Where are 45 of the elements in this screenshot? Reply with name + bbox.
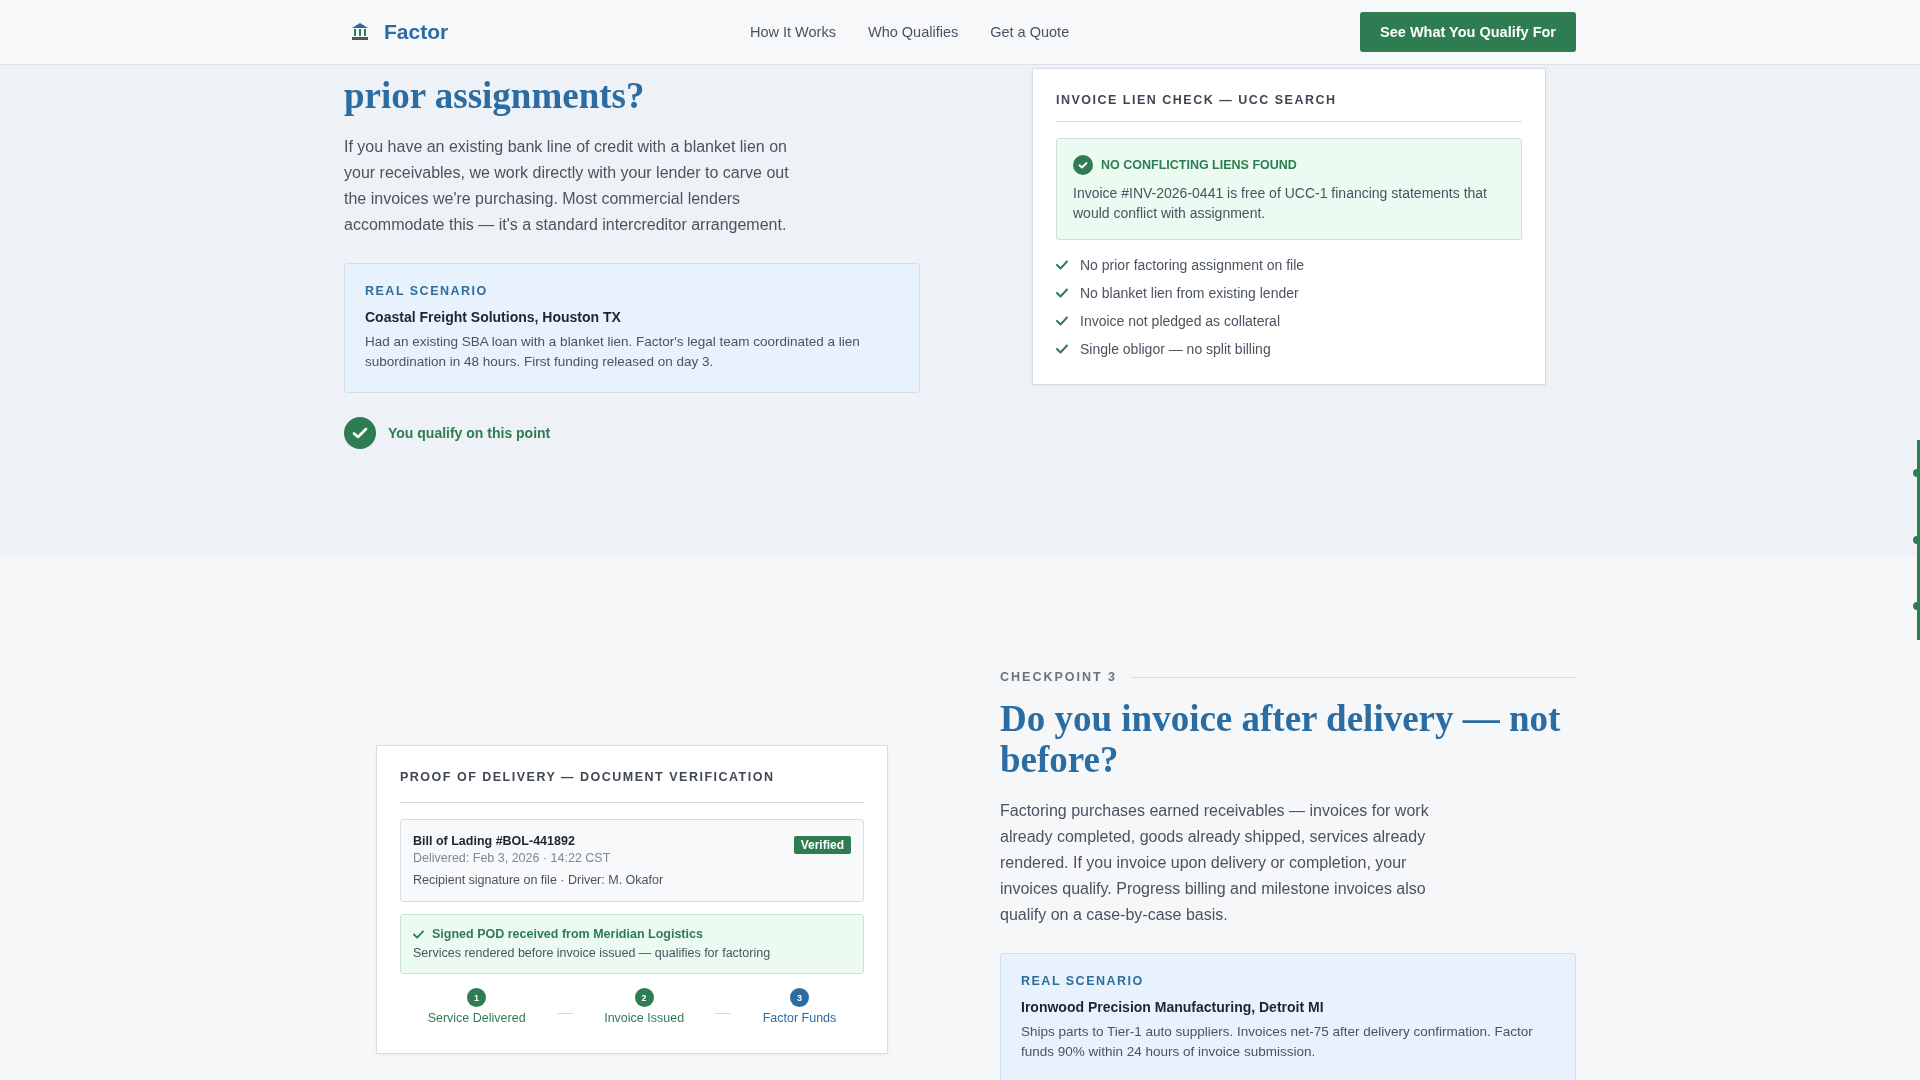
scenario-text: Ships parts to Tier-1 auto suppliers. Invoices net-75 after delivery confirmation. Factor funds 90% within 24 hours of invoice submission. xyxy=(1021,1023,1534,1061)
check-item: No blanket lien from existing lender xyxy=(1080,284,1299,302)
body-text: Factoring purchases earned receivables — invoices for work already completed, goods already shipped, services already rendered. If you invoice upon delivery or completion, your invoices qualify. Progress billing and milestone invoices also qualify on a case-by-case basis. xyxy=(1000,801,1430,925)
section-heading: prior assignments? xyxy=(344,74,646,116)
check-item: Single obligor — no split billing xyxy=(1080,340,1271,358)
document-meta: Delivered: Feb 3, 2026 · 14:22 CST xyxy=(413,851,611,865)
scenario-label: REAL SCENARIO xyxy=(365,284,489,298)
result-text: Invoice #INV-2026-0441 is free of UCC-1 financing statements that would conflict with assignment. xyxy=(1073,184,1488,223)
body-text: If you have an existing bank line of credit with a blanket lien on your receivables, we work directly with your lender to carve out the invoices we're purchasing. Most commercial lenders accommodate this — it's a standard intercreditor arrangement. xyxy=(344,137,790,235)
step-label: Service Delivered xyxy=(427,1011,526,1025)
card-title: INVOICE LIEN CHECK — UCC SEARCH xyxy=(1056,93,1522,122)
check-icon xyxy=(1056,316,1068,326)
qualify-text: You qualify on this point xyxy=(388,425,551,441)
step-label: Factor Funds xyxy=(762,1011,837,1025)
scenario-label: REAL SCENARIO xyxy=(1021,974,1145,988)
step-number: 3 xyxy=(789,988,809,1007)
scenario-title: Coastal Freight Solutions, Houston TX xyxy=(365,309,622,325)
checkpoint-label: CHECKPOINT 3 xyxy=(1000,670,1118,684)
brand-name[interactable]: Factor xyxy=(384,20,449,44)
scenario-text: Had an existing SBA loan with a blanket lien. Factor's legal team coordinated a lien subordination in 48 hours. First funding released on day 3. xyxy=(365,333,861,371)
step-number: 1 xyxy=(467,988,487,1007)
document-title: Bill of Lading #BOL-441892 xyxy=(413,834,576,848)
section-heading: Do you invoice after delivery — not before? xyxy=(1000,698,1562,780)
document-detail: Recipient signature on file · Driver: M. Okafor xyxy=(413,873,665,887)
check-circle-icon xyxy=(1073,155,1093,175)
check-item: Invoice not pledged as collateral xyxy=(1080,312,1281,330)
nav-link[interactable]: Get a Quote xyxy=(990,24,1070,40)
result-text: Services rendered before invoice issued — qualifies for factoring xyxy=(413,946,772,960)
verified-badge: Verified xyxy=(793,836,851,854)
qualify-button[interactable]: See What You Qualify For xyxy=(1360,12,1576,52)
step-label: Invoice Issued xyxy=(604,1011,685,1025)
check-item: No prior factoring assignment on file xyxy=(1080,256,1305,274)
scenario-title: Ironwood Precision Manufacturing, Detroit MI xyxy=(1021,999,1325,1015)
check-circle-icon xyxy=(344,417,376,449)
result-title: Signed POD received from Meridian Logistics xyxy=(432,927,703,941)
check-icon xyxy=(413,929,424,939)
bank-icon xyxy=(350,22,370,42)
step-number: 2 xyxy=(634,988,654,1007)
nav-link[interactable]: How It Works xyxy=(750,24,836,40)
nav-link[interactable]: Who Qualifies xyxy=(867,24,959,40)
check-icon xyxy=(1056,288,1068,298)
check-icon xyxy=(1056,344,1068,354)
card-title: PROOF OF DELIVERY — DOCUMENT VERIFICATION xyxy=(400,770,864,803)
check-icon xyxy=(1056,260,1068,270)
result-title: NO CONFLICTING LIENS FOUND xyxy=(1101,158,1297,172)
